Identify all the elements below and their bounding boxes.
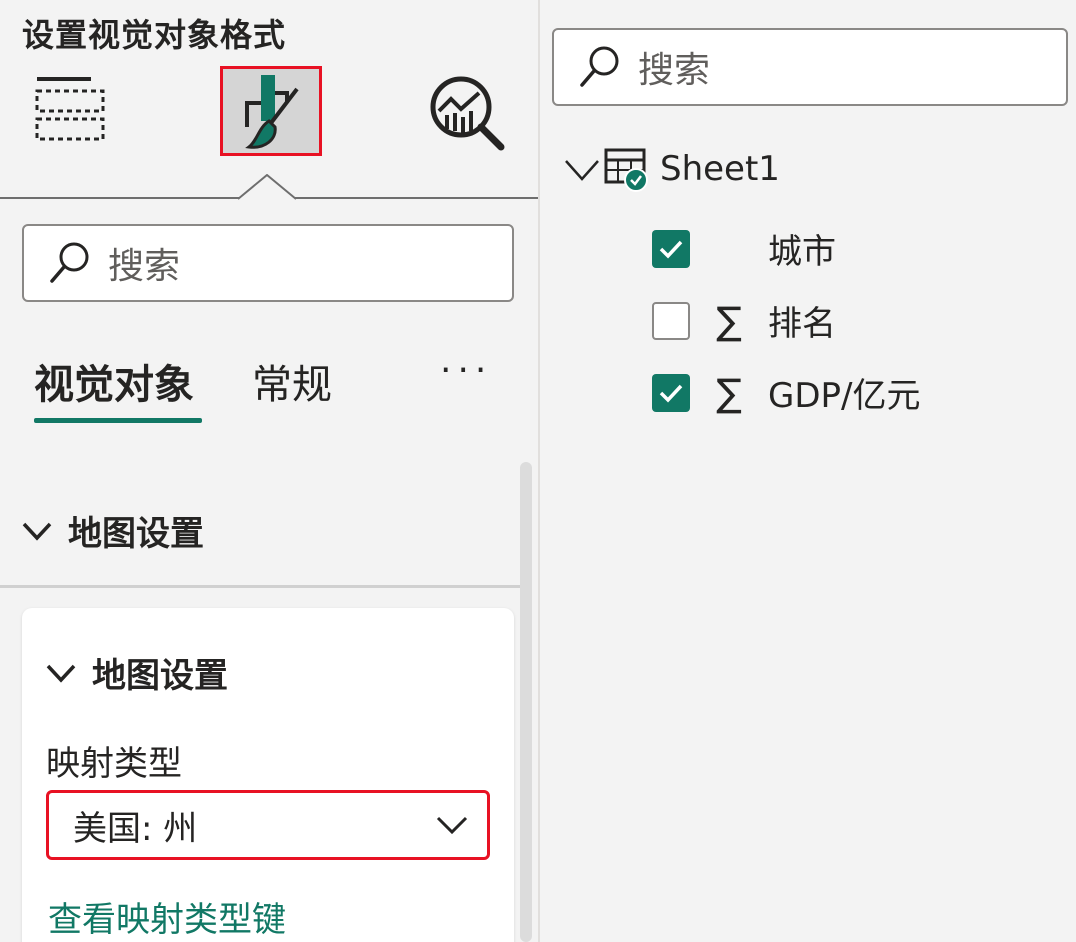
section-title: 地图设置 (68, 514, 204, 554)
data-pane: 搜索 Sheet1 城市 ∑ 排名 ∑ GDP/亿元 (540, 0, 1076, 942)
scrollbar[interactable] (520, 462, 532, 942)
mapping-type-dropdown[interactable]: 美国: 州 (46, 790, 490, 860)
sigma-icon: ∑ (716, 370, 742, 415)
search-icon (580, 46, 619, 87)
search-placeholder: 搜索 (638, 50, 711, 91)
field-row[interactable]: ∑ GDP/亿元 (652, 368, 921, 417)
tab-selection-notch (238, 174, 296, 200)
format-search-input[interactable]: 搜索 (22, 224, 514, 302)
format-visual-tab[interactable] (220, 66, 322, 156)
field-checkbox[interactable] (652, 373, 690, 412)
analytics-tab[interactable] (424, 70, 508, 154)
chevron-down-icon (436, 816, 468, 835)
view-mapping-type-keys-link[interactable]: 查看映射类型键 (48, 892, 286, 941)
format-visual-icon (245, 75, 299, 149)
checkmark-icon (659, 384, 683, 403)
field-name: 城市 (768, 232, 836, 272)
field-checkbox[interactable] (652, 229, 690, 268)
map-settings-card: 地图设置 映射类型 美国: 州 查看映射类型键 (22, 608, 514, 942)
table-node-sheet1[interactable]: Sheet1 (562, 146, 780, 192)
map-settings-card-header[interactable]: 地图设置 (44, 648, 228, 697)
build-visual-icon (35, 77, 105, 141)
checkmark-icon (659, 240, 683, 259)
field-row[interactable]: 城市 (652, 224, 836, 273)
field-row[interactable]: ∑ 排名 (652, 296, 836, 345)
search-icon (50, 242, 89, 283)
tab-visual-underline (34, 418, 202, 423)
more-options-button[interactable]: ··· (440, 350, 492, 391)
section-divider (0, 585, 520, 588)
build-visual-tab[interactable] (28, 70, 112, 154)
format-pane: 设置视觉对象格式 搜索 视觉对象 常规 ··· 地图设置 地图设置 映射类型 美… (0, 0, 538, 942)
chevron-down-icon (22, 522, 52, 541)
sigma-icon: ∑ (716, 298, 742, 343)
search-placeholder: 搜索 (108, 246, 181, 287)
tab-general[interactable]: 常规 (252, 352, 332, 410)
map-settings-section-header[interactable]: 地图设置 (20, 506, 204, 555)
table-icon (604, 146, 650, 192)
analytics-icon (430, 76, 505, 151)
field-name: GDP/亿元 (768, 376, 921, 416)
chevron-down-icon (46, 664, 76, 683)
card-title: 地图设置 (92, 656, 228, 696)
table-name: Sheet1 (660, 149, 780, 189)
data-search-input[interactable]: 搜索 (552, 28, 1068, 106)
chevron-down-icon[interactable] (562, 149, 602, 189)
pane-title: 设置视觉对象格式 (22, 16, 287, 54)
dropdown-value: 美国: 州 (73, 808, 198, 849)
field-name: 排名 (768, 304, 836, 344)
mapping-type-label: 映射类型 (46, 744, 182, 784)
field-checkbox[interactable] (652, 301, 690, 340)
tab-visual[interactable]: 视觉对象 (34, 352, 194, 410)
